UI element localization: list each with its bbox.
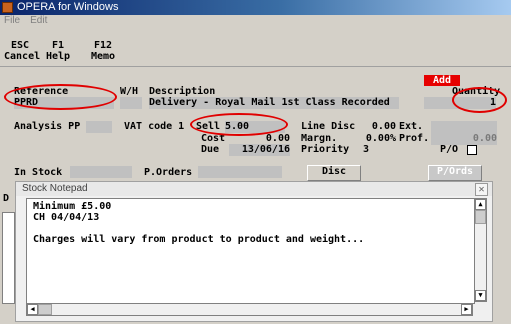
underlying-grid <box>2 212 15 304</box>
notepad-titlebar[interactable]: Stock Notepad <box>16 182 492 196</box>
notepad-title: Stock Notepad <box>22 183 88 194</box>
toolbar: ESC Cancel F1 Help F12 Memo <box>0 28 511 67</box>
note-line: CH 04/04/13 <box>33 212 100 223</box>
priority-label: Priority <box>301 144 350 155</box>
memo-button[interactable]: F12 Memo <box>88 40 118 62</box>
horizontal-scrollbar[interactable]: ◀ ▶ <box>26 303 473 316</box>
scroll-down-icon[interactable]: ▼ <box>475 290 486 301</box>
window-title: OPERA for Windows <box>17 1 119 13</box>
scroll-right-icon[interactable]: ▶ <box>461 304 472 315</box>
wh-field[interactable] <box>120 97 142 109</box>
menu-edit[interactable]: Edit <box>30 15 47 26</box>
ext-label: Ext. <box>399 121 424 132</box>
stock-notepad-dialog: Stock Notepad ✕ Minimum £5.00 CH 04/04/1… <box>15 181 493 322</box>
po-checkbox[interactable] <box>467 145 477 155</box>
disc-button[interactable]: Disc <box>307 165 361 181</box>
note-line: Minimum £5.00 <box>33 201 112 212</box>
annotation-circle-quantity <box>452 87 507 113</box>
ext-field[interactable] <box>431 121 497 133</box>
menu-bar: File Edit <box>0 15 511 27</box>
note-line <box>33 223 474 234</box>
analysis-field[interactable] <box>86 121 112 133</box>
due-label: Due <box>201 144 220 155</box>
help-button[interactable]: F1 Help <box>44 40 72 62</box>
add-mode-badge: Add <box>424 75 460 86</box>
underlying-grid-label: D <box>3 193 10 204</box>
in-stock-field <box>70 166 132 178</box>
vertical-scroll-thumb[interactable] <box>475 210 486 224</box>
porders-label: P.Orders <box>144 167 193 178</box>
po-label: P/O <box>440 144 459 155</box>
horizontal-scroll-thumb[interactable] <box>38 304 52 315</box>
annotation-circle-reference <box>4 84 117 110</box>
menu-file[interactable]: File <box>4 15 20 26</box>
analysis-label: Analysis PP <box>14 121 81 132</box>
due-date-field[interactable]: 13/06/16 <box>229 144 290 156</box>
notepad-textarea[interactable]: Minimum £5.00 CH 04/04/13 Charges will v… <box>26 198 475 304</box>
profit-label: Prof. <box>399 133 430 144</box>
close-icon[interactable]: ✕ <box>475 183 488 196</box>
scroll-up-icon[interactable]: ▲ <box>475 199 486 210</box>
pords-button[interactable]: P/Ords <box>428 165 482 181</box>
app-icon <box>2 2 13 13</box>
note-line: Charges will vary from product to produc… <box>33 234 365 245</box>
vertical-scrollbar[interactable]: ▲ ▼ <box>474 198 487 302</box>
vat-code-label: VAT code 1 <box>124 121 185 132</box>
margin-value: 0.00% <box>365 133 396 144</box>
in-stock-label: In Stock <box>14 167 63 178</box>
line-disc-value[interactable]: 0.00 <box>362 121 396 133</box>
porders-field <box>198 166 282 178</box>
description-field[interactable]: Delivery - Royal Mail 1st Class Recorded <box>149 97 399 109</box>
line-disc-label: Line Disc <box>301 121 356 132</box>
window-titlebar[interactable]: OPERA for Windows <box>0 0 511 15</box>
scroll-left-icon[interactable]: ◀ <box>27 304 38 315</box>
cancel-button[interactable]: ESC Cancel <box>4 40 40 62</box>
priority-value[interactable]: 3 <box>363 144 369 156</box>
annotation-circle-sell <box>190 113 288 136</box>
